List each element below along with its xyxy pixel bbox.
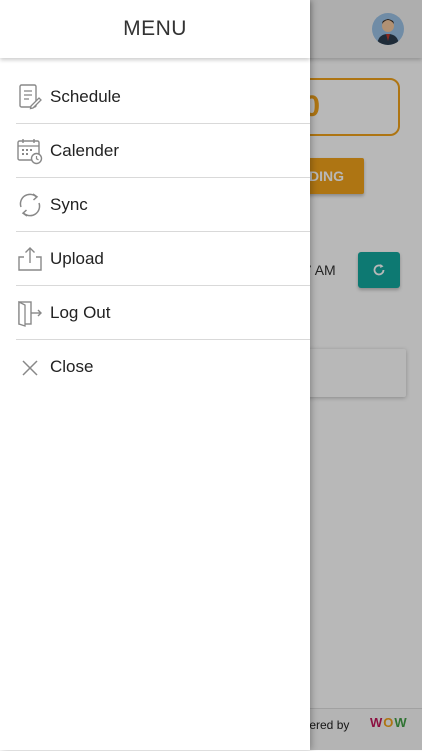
close-icon xyxy=(16,353,44,381)
menu-item-calender[interactable]: Calender xyxy=(16,124,310,178)
schedule-icon xyxy=(16,83,44,111)
menu-item-logout[interactable]: Log Out xyxy=(16,286,310,340)
menu-item-upload[interactable]: Upload xyxy=(16,232,310,286)
drawer-title: MENU xyxy=(123,17,187,40)
menu-list: Schedule Calender Sync Upload Log Out Cl… xyxy=(0,70,310,393)
sync-icon xyxy=(16,191,44,219)
menu-item-label: Schedule xyxy=(50,86,121,106)
menu-item-label: Upload xyxy=(50,248,104,268)
menu-item-label: Close xyxy=(50,356,94,376)
menu-item-close[interactable]: Close xyxy=(16,340,310,393)
menu-item-label: Calender xyxy=(50,140,119,160)
menu-item-label: Sync xyxy=(50,194,88,214)
drawer-header: MENU xyxy=(0,0,310,58)
menu-item-sync[interactable]: Sync xyxy=(16,178,310,232)
logout-icon xyxy=(16,299,44,327)
calendar-icon xyxy=(16,137,44,165)
menu-item-schedule[interactable]: Schedule xyxy=(16,70,310,124)
menu-item-label: Log Out xyxy=(50,302,111,322)
navigation-drawer: MENU Schedule Calender Sync Upload Log O… xyxy=(0,0,310,750)
upload-icon xyxy=(16,245,44,273)
